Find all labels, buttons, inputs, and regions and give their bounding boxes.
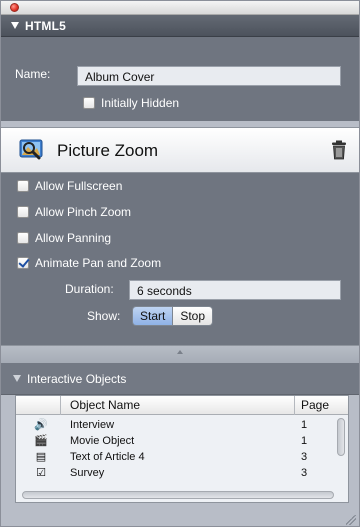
table-header-row: Object Name Page bbox=[16, 396, 348, 415]
picture-zoom-header: Picture Zoom bbox=[1, 127, 359, 173]
magnifier-picture-icon bbox=[19, 139, 43, 160]
object-name-cell: Interview bbox=[70, 419, 115, 431]
duration-label: Duration: bbox=[65, 282, 114, 296]
page-cell: 1 bbox=[301, 419, 308, 431]
table-row[interactable]: 🎬 Movie Object 1 bbox=[16, 434, 348, 450]
htmls-section-body: Name: Album Cover Initially Hidden bbox=[1, 37, 359, 121]
object-name-cell: Movie Object bbox=[70, 435, 135, 447]
panel-splitter[interactable] bbox=[1, 345, 359, 363]
speaker-icon: 🔊 bbox=[34, 419, 48, 431]
allow-panning-label: Allow Panning bbox=[35, 231, 112, 245]
splitter-grip-icon[interactable] bbox=[177, 350, 183, 354]
disclosure-triangle-icon[interactable] bbox=[13, 375, 21, 382]
picture-zoom-options: Allow Fullscreen Allow Pinch Zoom Allow … bbox=[1, 173, 359, 345]
animate-pan-zoom-label: Animate Pan and Zoom bbox=[35, 256, 162, 270]
panel-footer bbox=[1, 503, 359, 526]
vertical-scrollbar[interactable] bbox=[337, 418, 345, 456]
horizontal-scrollbar[interactable] bbox=[22, 491, 334, 499]
name-field[interactable]: Album Cover bbox=[77, 66, 341, 86]
table-row[interactable]: ☑ Survey 3 bbox=[16, 466, 348, 482]
interactive-objects-table: Object Name Page 🔊 Interview 1 🎬 Movie O… bbox=[15, 395, 349, 503]
page-cell: 3 bbox=[301, 451, 308, 463]
survey-icon: ☑ bbox=[36, 467, 46, 479]
allow-fullscreen-checkbox[interactable] bbox=[17, 180, 29, 192]
object-name-cell: Survey bbox=[70, 467, 105, 479]
page-column-header[interactable]: Page bbox=[301, 398, 329, 412]
trash-icon[interactable] bbox=[331, 140, 347, 160]
allow-panning-checkbox[interactable] bbox=[17, 232, 29, 244]
duration-field[interactable]: 6 seconds bbox=[129, 280, 341, 300]
table-row[interactable]: 🔊 Interview 1 bbox=[16, 418, 348, 434]
table-row[interactable]: ▤ Text of Article 4 3 bbox=[16, 450, 348, 466]
object-name-column-header[interactable]: Object Name bbox=[70, 398, 140, 412]
allow-pinch-zoom-checkbox[interactable] bbox=[17, 206, 29, 218]
movie-clapper-icon: 🎬 bbox=[34, 435, 48, 447]
show-segmented-control: Start Stop bbox=[132, 306, 214, 326]
htmls-section-header[interactable]: HTML5 bbox=[1, 15, 359, 37]
initially-hidden-label: Initially Hidden bbox=[101, 96, 180, 110]
page-cell: 1 bbox=[301, 435, 308, 447]
close-window-button[interactable] bbox=[10, 3, 19, 12]
stop-segment-button[interactable]: Stop bbox=[173, 307, 213, 325]
text-article-icon: ▤ bbox=[35, 451, 47, 463]
initially-hidden-checkbox[interactable] bbox=[83, 97, 95, 109]
allow-fullscreen-label: Allow Fullscreen bbox=[35, 179, 123, 193]
start-segment-button[interactable]: Start bbox=[133, 307, 174, 325]
disclosure-triangle-icon[interactable] bbox=[11, 22, 19, 29]
page-cell: 3 bbox=[301, 467, 308, 479]
name-label: Name: bbox=[15, 67, 51, 81]
allow-pinch-zoom-label: Allow Pinch Zoom bbox=[35, 205, 132, 219]
htmls-section-title: HTML5 bbox=[25, 19, 66, 33]
picture-zoom-title: Picture Zoom bbox=[57, 141, 159, 160]
column-divider[interactable] bbox=[60, 396, 61, 415]
interactive-objects-header[interactable]: Interactive Objects bbox=[1, 363, 359, 395]
show-label: Show: bbox=[87, 309, 121, 323]
inspector-panel: HTML5 Name: Album Cover Initially Hidden… bbox=[0, 0, 360, 527]
object-name-cell: Text of Article 4 bbox=[70, 451, 145, 463]
resize-grip-icon[interactable] bbox=[346, 515, 356, 525]
interactive-objects-title: Interactive Objects bbox=[27, 372, 127, 386]
column-divider[interactable] bbox=[294, 396, 295, 415]
window-titlebar bbox=[1, 1, 359, 15]
animate-pan-zoom-checkbox[interactable] bbox=[17, 257, 29, 269]
